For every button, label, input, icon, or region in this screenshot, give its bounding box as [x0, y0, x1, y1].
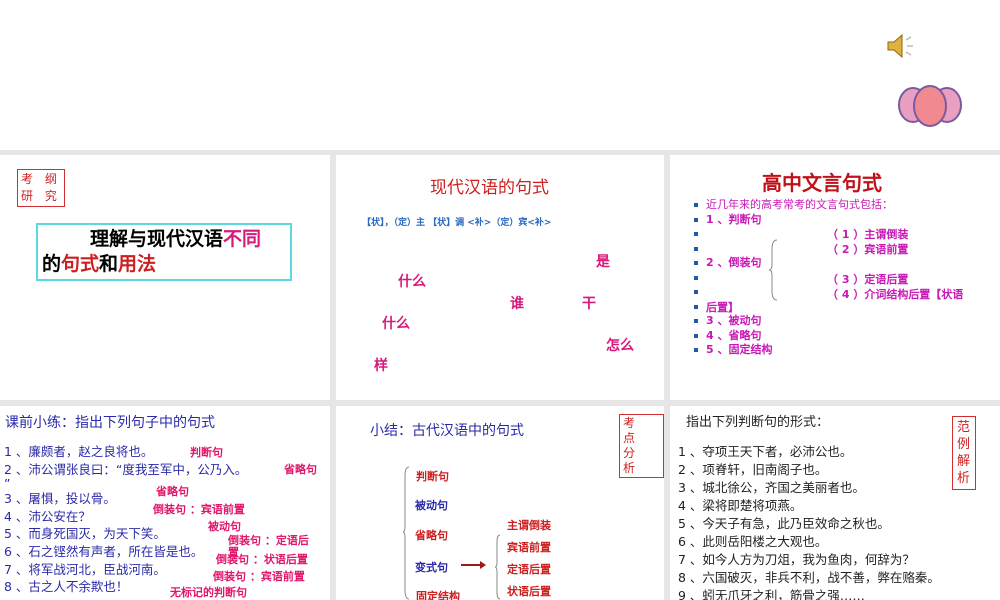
bullet-item: 近几年来的高考常考的文言句式包括： [694, 198, 893, 213]
sub-item: 定语后置 [507, 563, 551, 576]
brace [402, 466, 410, 600]
example-item: 1 、夺项王天下者，必沛公也。 [678, 444, 853, 459]
title-box: 理解与现代汉语不同 的句式和用法 [36, 223, 292, 281]
word: 什么 [398, 274, 426, 290]
example-item: 9 、蚓无爪牙之利，筋骨之强…… [678, 588, 865, 600]
slide-thumbnail-4[interactable]: 课前小练：指出下列句子中的句式 1 、廉颇者，赵之良将也。 2 、沛公谓张良曰：… [0, 406, 330, 600]
slide-title: 现代汉语的句式 [430, 178, 549, 198]
slide-thumbnail-2[interactable]: 现代汉语的句式 【状】，（定）主 【状】调 <补>（定）宾<补> 是 什么 谁 … [336, 155, 664, 400]
sub-item: （ 4 ）介词结构后置【状语 [827, 288, 964, 301]
example-item: 6 、此则岳阳楼之大观也。 [678, 534, 828, 549]
word: 什么 [382, 316, 410, 332]
word: 干 [582, 296, 596, 312]
answer-label: 省略句 [284, 463, 317, 476]
slide-thumbnail-3[interactable]: 高中文言句式 近几年来的高考常考的文言句式包括： 1 、判断句 2 、倒装句 3… [670, 155, 1000, 400]
sub-item: （ 1 ）主谓倒装 [827, 228, 909, 241]
sentence-formula: 【状】，（定）主 【状】调 <补>（定）宾<补> [362, 218, 552, 228]
type-item: 省略句 [415, 529, 448, 542]
title-highlight: 句式 [61, 253, 100, 275]
example-item: 4 、梁将即楚将项燕。 [678, 498, 803, 513]
stamp-kaodian: 考 点 分 析 [619, 414, 664, 478]
stamp-line: 例 [957, 437, 975, 452]
example-item: 8 、六国破灭，非兵不利，战不善，弊在赂秦。 [678, 570, 940, 585]
flower-icon [898, 85, 962, 127]
answer-label: 倒装句 ：状语后置 [216, 553, 308, 566]
example-item: 3 、城北徐公，齐国之美丽者也。 [678, 480, 865, 495]
exercise-item: 6 、石之铿然有声者，所在皆是也。 [4, 543, 204, 559]
stamp-line: 考 点 [623, 416, 640, 445]
slide-title: 小结：古代汉语中的句式 [370, 423, 524, 439]
slide-title: 指出下列判断句的形式： [686, 415, 830, 430]
word: 谁 [510, 296, 524, 312]
brace [768, 239, 778, 301]
stamp-line: 范 [957, 420, 975, 435]
slide-thumbnail-5[interactable]: 小结：古代汉语中的句式 考 点 分 析 判断句 被动句 省略句 变式句 固定结构… [336, 406, 664, 600]
type-item: 固定结构 [416, 590, 460, 600]
bullet-item: 2 、倒装句 [694, 256, 893, 271]
sub-item: 主谓倒装 [507, 519, 551, 532]
bullet-item: 4 、省略句 [694, 329, 893, 344]
stamp-kaogang: 考 纲 研 究 [17, 169, 65, 207]
word: 怎么 [606, 338, 634, 354]
bullet-item: 3 、被动句 [694, 314, 893, 329]
example-item: 7 、如今人方为刀俎，我为鱼肉，何辞为？ [678, 552, 915, 567]
sub-item: （ 2 ）宾语前置 [827, 243, 909, 256]
example-list: 1 、夺项王天下者，必沛公也。 2 、项脊轩，旧南阁子也。 3 、城北徐公，齐国… [678, 443, 940, 600]
example-item: 2 、项脊轩，旧南阁子也。 [678, 462, 828, 477]
sub-item: 后置】 [706, 301, 739, 314]
sub-item: 宾语前置 [507, 541, 551, 554]
type-item: 被动句 [415, 499, 448, 512]
type-item: 判断句 [416, 470, 449, 483]
stamp-line: 解 [957, 454, 975, 469]
answer-label: 倒装句 ：定语后 [228, 534, 309, 547]
slide-thumbnail-1[interactable]: 考 纲 研 究 理解与现代汉语不同 的句式和用法 [0, 155, 330, 400]
slide-title: 高中文言句式 [762, 171, 882, 195]
speaker-icon[interactable] [884, 32, 916, 60]
title-highlight: 不同 [223, 228, 262, 250]
answer-label: 无标记的判断句 [170, 586, 247, 599]
title-text: 理解与现代汉语 [90, 228, 224, 250]
stamp-line: 研 究 [21, 189, 61, 203]
bullet-item: 5 、固定结构 [694, 343, 893, 358]
sub-item: 状语后置 [507, 585, 551, 598]
title-highlight: 用法 [118, 253, 157, 275]
exercise-item: ” [4, 476, 11, 492]
word: 是 [596, 254, 610, 270]
arrow-right-icon [461, 561, 486, 569]
title-text: 和 [99, 253, 119, 275]
stamp-line: 分 析 [623, 446, 640, 475]
example-item: 5 、今天子有急，此乃臣效命之秋也。 [678, 516, 890, 531]
type-item: 变式句 [415, 561, 448, 574]
stamp-line: 析 [957, 471, 975, 486]
stamp-fanli: 范 例 解 析 [952, 416, 976, 490]
slide-canvas-top [0, 0, 1000, 150]
answer-label: 省略句 [156, 485, 189, 498]
title-text: 的 [42, 253, 62, 275]
exercise-item: 2 、沛公谓张良曰：“度我至军中，公乃入。 [4, 461, 248, 477]
exercise-item: 7 、将军战河北，臣战河南。 [4, 561, 166, 577]
slide-thumbnail-6[interactable]: 指出下列判断句的形式： 范 例 解 析 1 、夺项王天下者，必沛公也。 2 、项… [670, 406, 1000, 600]
slide-title: 课前小练：指出下列句子中的句式 [5, 415, 215, 431]
brace [494, 534, 501, 600]
answer-label: 判断句 [190, 446, 223, 459]
answer-label: 倒装句 ：宾语前置 [153, 503, 245, 516]
stamp-line: 考 纲 [21, 172, 61, 186]
bullet-item: 1 、判断句 [694, 213, 893, 228]
sub-item: （ 3 ）定语后置 [827, 273, 909, 286]
word: 样 [374, 358, 388, 374]
answer-label: 倒装句 ：宾语前置 [213, 570, 305, 583]
